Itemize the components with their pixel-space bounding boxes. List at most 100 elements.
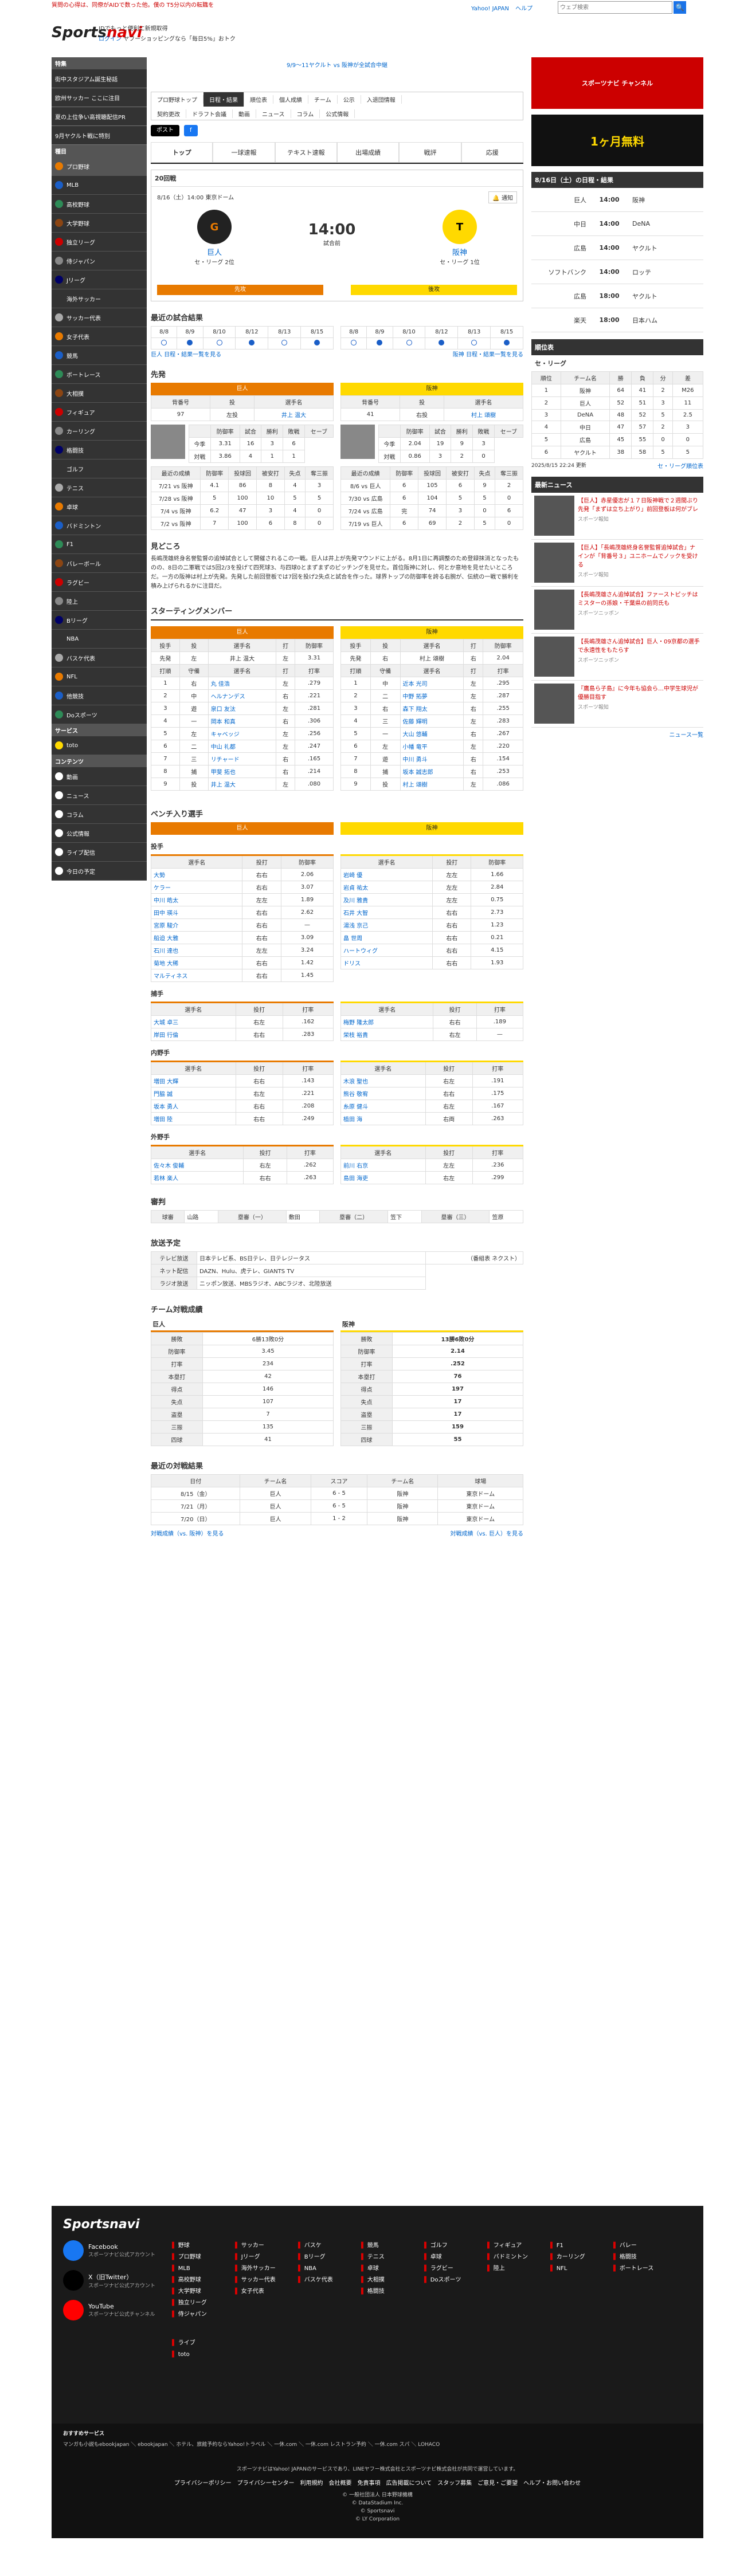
sidebar-content[interactable]: コラム <box>52 805 147 824</box>
footer-link[interactable]: Bリーグ <box>298 2252 333 2263</box>
sub-tab[interactable]: 戦評 <box>399 142 461 163</box>
schedule-game[interactable]: ソフトバンク 14:00 ロッテ <box>531 260 703 284</box>
result-dot-icon[interactable] <box>161 340 167 345</box>
result-dot-icon[interactable] <box>504 340 510 345</box>
yahoo-japan-link[interactable]: Yahoo! JAPAN <box>471 6 509 12</box>
sidebar-content[interactable]: 動画 <box>52 767 147 786</box>
sidebar-item[interactable]: フィギュア <box>52 403 147 422</box>
footer-link[interactable]: NFL <box>550 2263 585 2275</box>
footer-link[interactable]: ラグビー <box>424 2263 461 2275</box>
result-dot-icon[interactable] <box>377 340 383 345</box>
footer-link[interactable]: 独立リーグ <box>172 2298 207 2309</box>
nav-tab[interactable]: コラム <box>291 109 320 118</box>
footer-link[interactable]: 陸上 <box>487 2263 528 2275</box>
schedule-game[interactable]: 広島 14:00 ヤクルト <box>531 236 703 260</box>
sidebar-item[interactable]: 競馬 <box>52 346 147 365</box>
result-dot-icon[interactable] <box>471 340 477 345</box>
news-item[interactable]: 【長嶋茂雄さん追悼試合】ファーストピッチはミスターの孫娘・千葉県の前同氏も スポー… <box>531 587 703 634</box>
news-item[interactable]: 『鷹島ら子島』に今年も協会ら…中学生球児が優勝目指す スポーツ報知 <box>531 681 703 728</box>
footer-link[interactable]: プロ野球 <box>172 2252 207 2263</box>
footer-link[interactable]: 大相撲 <box>361 2275 385 2286</box>
footer-bottom-link[interactable]: 広告掲載について <box>386 2480 432 2487</box>
result-dot-icon[interactable] <box>439 340 445 345</box>
login-link[interactable]: ログイン <box>99 36 122 42</box>
standings-link[interactable]: セ・リーグ順位表 <box>657 461 703 470</box>
recent-link-tigers[interactable]: 阪神 日程・結果一覧を見る <box>340 350 523 358</box>
tagline[interactable]: IDでもっと便利に新規取得 <box>99 24 236 34</box>
footer-link[interactable]: NBA <box>298 2263 333 2275</box>
sidebar-feature[interactable]: 欧州サッカー ここに注目 <box>52 88 147 107</box>
sidebar-item[interactable]: ラグビー <box>52 573 147 592</box>
sidebar-item[interactable]: 大学野球 <box>52 214 147 233</box>
sidebar-item[interactable]: テニス <box>52 478 147 497</box>
footer-link[interactable]: テニス <box>361 2252 385 2263</box>
footer-link[interactable]: 侍ジャパン <box>172 2309 207 2320</box>
h2h-link-left[interactable]: 対戦成績（vs. 阪神）を見る <box>151 1529 224 1537</box>
footer-bottom-link[interactable]: 会社概要 <box>328 2480 351 2487</box>
footer-bottom-link[interactable]: 利用規約 <box>300 2480 323 2487</box>
sidebar-item[interactable]: Doスポーツ <box>52 705 147 724</box>
top-link[interactable]: 9/9〜11ヤクルト vs 阪神が全試合中継 <box>151 60 523 69</box>
ad-banner-1[interactable]: スポーツナビ チャンネル <box>531 57 703 109</box>
social-link[interactable]: X（旧Twitter） スポーツナビ公式アカウント <box>63 2270 155 2291</box>
footer-link[interactable]: F1 <box>550 2240 585 2252</box>
footer-link[interactable]: Doスポーツ <box>424 2275 461 2286</box>
sub-tab[interactable]: 応援 <box>461 142 523 163</box>
footer-link[interactable]: 格闘技 <box>361 2286 385 2298</box>
footer-link[interactable]: バレー <box>613 2240 653 2252</box>
news-item[interactable]: 【巨人】赤星優志が１７日阪神戦で２週間ぶり先発「まずは立ち上がり」前回登板は何が… <box>531 493 703 540</box>
recent-link-giants[interactable]: 巨人 日程・結果一覧を見る <box>151 350 334 358</box>
sidebar-feature[interactable]: 街中スタジアム誕生秘話 <box>52 69 147 88</box>
footer-link[interactable]: Jリーグ <box>235 2252 276 2263</box>
footer-bottom-link[interactable]: ヘルプ・お問い合わせ <box>523 2480 581 2487</box>
result-dot-icon[interactable] <box>249 340 255 345</box>
result-dot-icon[interactable] <box>216 340 222 345</box>
schedule-game[interactable]: 中日 14:00 DeNA <box>531 212 703 236</box>
sidebar-item[interactable]: 女子代表 <box>52 327 147 346</box>
footer-link[interactable]: 海外サッカー <box>235 2263 276 2275</box>
nav-tab[interactable]: ドラフト会議 <box>186 109 233 118</box>
news-item[interactable]: 【長嶋茂雄さん追悼試合】巨人・09京都の選手で永遠性をもたらす スポーツニッポン <box>531 634 703 681</box>
sub-tab[interactable]: テキスト速報 <box>275 142 337 163</box>
sub-tab[interactable]: トップ <box>151 142 213 163</box>
sidebar-item[interactable]: 格闘技 <box>52 441 147 460</box>
sidebar-item[interactable]: Bリーグ <box>52 611 147 630</box>
ad-banner-2[interactable]: 1ヶ月無料 <box>531 115 703 166</box>
sidebar-item[interactable]: 卓球 <box>52 497 147 516</box>
schedule-game[interactable]: 巨人 14:00 阪神 <box>531 188 703 212</box>
footer-link[interactable]: カーリング <box>550 2252 585 2263</box>
sub-tab[interactable]: 出場成績 <box>336 142 400 163</box>
sidebar-content[interactable]: 公式情報 <box>52 824 147 843</box>
footer-link[interactable]: バドミントン <box>487 2252 528 2263</box>
schedule-game[interactable]: 広島 18:00 ヤクルト <box>531 284 703 308</box>
footer-link[interactable]: toto <box>172 2349 195 2361</box>
footer-logo[interactable]: Sportsnavi <box>63 2217 140 2232</box>
promo-text[interactable]: ヤフーショッピングなら「毎日5%」おトク <box>123 36 236 42</box>
result-dot-icon[interactable] <box>187 340 193 345</box>
footer-bottom-link[interactable]: スタッフ募集 <box>437 2480 472 2487</box>
nav-tab[interactable]: プロ野球トップ <box>151 95 203 104</box>
sidebar-item[interactable]: 独立リーグ <box>52 233 147 252</box>
sub-tab[interactable]: 一球速報 <box>213 142 275 163</box>
nav-tab[interactable]: 公示 <box>338 95 361 104</box>
footer-link[interactable]: フィギュア <box>487 2240 528 2252</box>
broadcast-note[interactable]: （番組表 ネクスト） <box>425 1251 523 1265</box>
search-icon[interactable]: 🔍 <box>674 1 686 14</box>
sidebar-item[interactable]: 高校野球 <box>52 195 147 214</box>
sidebar-item[interactable]: バレーボール <box>52 554 147 573</box>
footer-link[interactable]: 大学野球 <box>172 2286 207 2298</box>
footer-link[interactable]: 高校野球 <box>172 2275 207 2286</box>
sidebar-item[interactable]: サッカー代表 <box>52 308 147 327</box>
sidebar-feature[interactable]: 9月ヤクルト戦に特別 <box>52 126 147 145</box>
news-item[interactable]: 【巨人】「長嶋茂雄終身名誉監督追悼試合」ナインが「背番号３」ユニホームでノックを… <box>531 540 703 587</box>
sidebar-feature[interactable]: 夏の上位争い高視聴配信PR <box>52 107 147 126</box>
sidebar-item[interactable]: 侍ジャパン <box>52 252 147 270</box>
sidebar-item[interactable]: NFL <box>52 667 147 686</box>
schedule-game[interactable]: 楽天 18:00 日本ハム <box>531 308 703 332</box>
search-input[interactable] <box>558 1 672 14</box>
sidebar-item[interactable]: MLB <box>52 176 147 195</box>
social-link[interactable]: Facebook スポーツナビ公式アカウント <box>63 2240 155 2261</box>
result-dot-icon[interactable] <box>406 340 412 345</box>
result-dot-icon[interactable] <box>351 340 357 345</box>
h2h-link-right[interactable]: 対戦成績（vs. 巨人）を見る <box>451 1529 524 1537</box>
